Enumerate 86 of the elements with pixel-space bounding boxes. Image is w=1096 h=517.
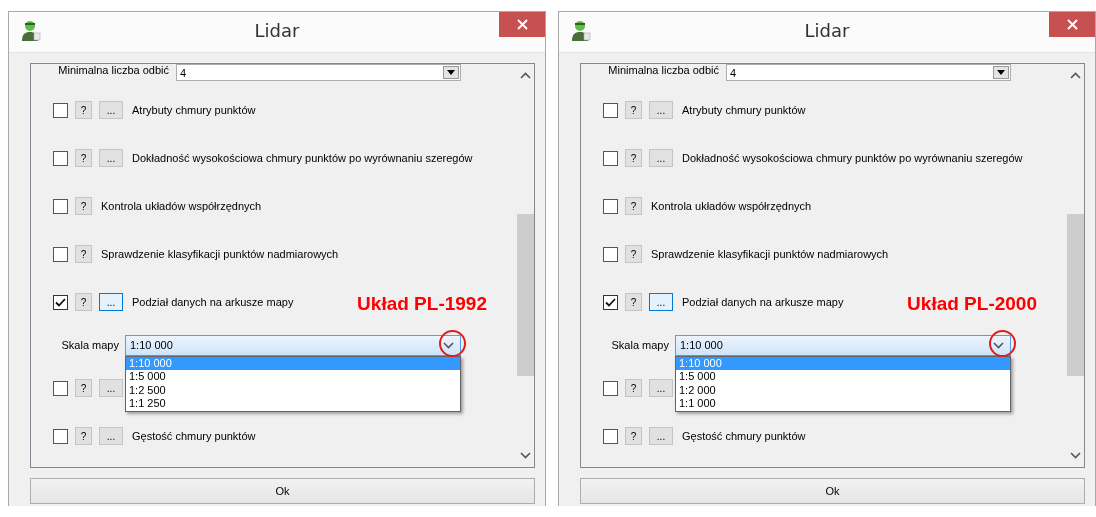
- help-button[interactable]: ?: [625, 427, 642, 445]
- count-dropdown[interactable]: 4: [726, 64, 1011, 81]
- dropdown-option[interactable]: 1:1 250: [126, 397, 460, 411]
- annotation-label: Układ PL-1992: [357, 292, 487, 315]
- checkbox[interactable]: [53, 150, 68, 166]
- close-icon: [516, 19, 528, 30]
- checkbox[interactable]: [603, 380, 618, 396]
- help-button[interactable]: ?: [625, 293, 642, 311]
- checkbox[interactable]: [53, 198, 68, 214]
- window-title: Lidar: [804, 19, 850, 41]
- help-button[interactable]: ?: [75, 379, 92, 397]
- option-label: Sprawdzenie klasyfikacji punktów nadmiarowych: [651, 248, 889, 260]
- dropdown-arrow-icon[interactable]: [447, 70, 455, 75]
- option-label: Dokładność wysokościowa chmury punktów po wyrównaniu szeregów: [132, 152, 473, 164]
- more-button[interactable]: ...: [99, 149, 123, 167]
- ok-button[interactable]: Ok: [580, 478, 1085, 504]
- option-label: Dokładność wysokościowa chmury punktów po wyrównaniu szeregów: [682, 152, 1023, 164]
- help-button[interactable]: ?: [625, 197, 642, 215]
- annotation-label: Układ PL-2000: [907, 292, 1037, 315]
- scroll-down-icon[interactable]: [520, 452, 531, 459]
- help-button[interactable]: ?: [75, 101, 92, 119]
- checkbox[interactable]: [603, 246, 618, 262]
- count-dropdown[interactable]: 4: [176, 64, 461, 81]
- more-button[interactable]: ...: [649, 379, 673, 397]
- help-button[interactable]: ?: [75, 293, 92, 311]
- scale-dropdown[interactable]: 1:10 000: [675, 334, 1011, 356]
- dropdown-option[interactable]: 1:5 000: [126, 370, 460, 384]
- checkmark-icon: [55, 297, 66, 307]
- more-button[interactable]: ...: [649, 293, 673, 311]
- help-button[interactable]: ?: [75, 427, 92, 445]
- help-button[interactable]: ?: [625, 149, 642, 167]
- help-button[interactable]: ?: [75, 149, 92, 167]
- dropdown-option[interactable]: 1:5 000: [676, 370, 1010, 384]
- help-button[interactable]: ?: [625, 379, 642, 397]
- option-label: Gęstość chmury punktów: [682, 430, 806, 442]
- option-label: Podział danych na arkusze mapy: [132, 296, 294, 308]
- field-label: Skala mapy: [610, 339, 669, 351]
- more-button[interactable]: ...: [649, 149, 673, 167]
- close-icon: [1066, 19, 1078, 30]
- checkbox[interactable]: [603, 428, 618, 444]
- help-button[interactable]: ?: [75, 245, 92, 263]
- scroll-down-icon[interactable]: [1070, 452, 1081, 459]
- close-button[interactable]: [1049, 12, 1095, 37]
- more-button[interactable]: ...: [99, 293, 123, 311]
- checkbox[interactable]: [53, 246, 68, 262]
- field-label: Skala mapy: [60, 339, 119, 351]
- window-title: Lidar: [254, 19, 300, 41]
- option-label: Atrybuty chmury punktów: [132, 104, 256, 116]
- option-label: Gęstość chmury punktów: [132, 430, 256, 442]
- more-button[interactable]: ...: [99, 427, 123, 445]
- scale-dropdown[interactable]: 1:10 000: [125, 334, 461, 356]
- help-button[interactable]: ?: [625, 101, 642, 119]
- more-button[interactable]: ...: [99, 379, 123, 397]
- ok-button[interactable]: Ok: [30, 478, 535, 504]
- more-button[interactable]: ...: [649, 427, 673, 445]
- scrollbar-thumb[interactable]: [1067, 214, 1084, 376]
- scrollbar-thumb[interactable]: [517, 214, 534, 376]
- option-label: Atrybuty chmury punktów: [682, 104, 806, 116]
- more-button[interactable]: ...: [649, 101, 673, 119]
- option-label: Sprawdzenie klasyfikacji punktów nadmiarowych: [101, 248, 339, 260]
- field-label: Minimalna liczba odbić: [57, 64, 169, 76]
- dropdown-option[interactable]: 1:1 000: [676, 397, 1010, 411]
- checkbox[interactable]: [603, 294, 618, 310]
- dropdown-arrow-icon[interactable]: [997, 70, 1005, 75]
- help-button[interactable]: ?: [625, 245, 642, 263]
- field-label: Minimalna liczba odbić: [607, 64, 719, 76]
- option-label: Podział danych na arkusze mapy: [682, 296, 844, 308]
- checkmark-icon: [605, 297, 616, 307]
- app-icon: [21, 19, 41, 41]
- checkbox[interactable]: [53, 294, 68, 310]
- more-button[interactable]: ...: [99, 101, 123, 119]
- checkbox[interactable]: [603, 102, 618, 118]
- checkbox[interactable]: [53, 380, 68, 396]
- scroll-up-icon[interactable]: [1070, 72, 1081, 79]
- app-icon: [571, 19, 591, 41]
- checkbox[interactable]: [53, 102, 68, 118]
- chevron-down-icon[interactable]: [993, 341, 1004, 349]
- scroll-up-icon[interactable]: [520, 72, 531, 79]
- chevron-down-icon[interactable]: [443, 341, 454, 349]
- close-button[interactable]: [499, 12, 545, 37]
- checkbox[interactable]: [53, 428, 68, 444]
- option-label: Kontrola układów współrzędnych: [101, 200, 262, 212]
- checkbox[interactable]: [603, 198, 618, 214]
- option-label: Kontrola układów współrzędnych: [651, 200, 812, 212]
- help-button[interactable]: ?: [75, 197, 92, 215]
- checkbox[interactable]: [603, 150, 618, 166]
